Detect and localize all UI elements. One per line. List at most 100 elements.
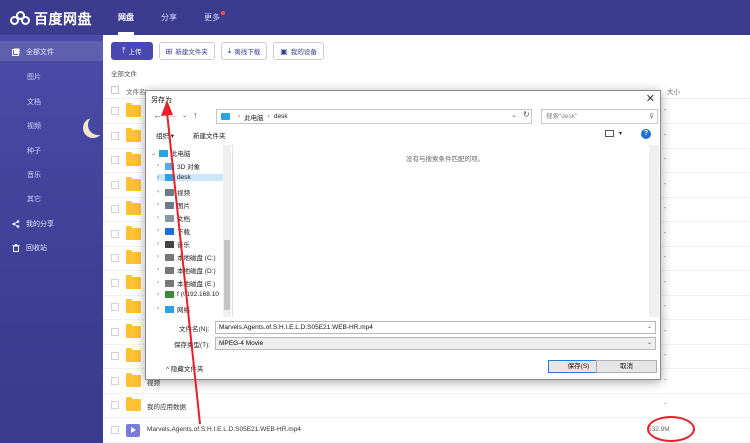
breadcrumb[interactable]: 全部文件	[111, 68, 137, 78]
tree-scrollbar[interactable]	[223, 145, 231, 317]
filetype-dropdown-icon[interactable]: ⌄	[647, 338, 652, 349]
save-as-dialog: 另存为 ✕ ← → ⌄ ↑ › 此电脑 › desk ⌄ ↻ 搜索"desk" …	[145, 90, 661, 380]
drive-icon	[165, 253, 174, 261]
collapsed-chevron-icon[interactable]: ›	[157, 202, 165, 208]
tree-item[interactable]: › 网络	[157, 304, 190, 314]
row-checkbox[interactable]	[111, 303, 119, 311]
app-logo[interactable]: 百度网盘	[10, 9, 92, 29]
tree-scroll-thumb[interactable]	[224, 240, 230, 310]
collapsed-chevron-icon[interactable]: ›	[157, 215, 165, 221]
dialog-close-icon[interactable]: ✕	[646, 92, 655, 105]
new-folder-button[interactable]: ⊞ 新建文件夹	[158, 42, 215, 60]
row-checkbox[interactable]	[111, 254, 119, 262]
row-checkbox[interactable]	[111, 131, 119, 140]
address-box[interactable]: › 此电脑 › desk ⌄	[216, 109, 532, 124]
refresh-icon[interactable]: ↻	[523, 110, 530, 119]
collapsed-chevron-icon[interactable]: ›	[157, 254, 165, 260]
collapsed-chevron-icon[interactable]: ›	[157, 292, 165, 298]
tree-item[interactable]: › 视频	[157, 187, 190, 197]
folder-icon	[126, 201, 141, 215]
organize-menu[interactable]: 组织 ▾	[156, 130, 174, 140]
filetype-select[interactable]: MPEG-4 Movie ⌄	[215, 337, 656, 350]
filename-input[interactable]: Marvels.Agents.of.S.H.I.E.L.D.S05E21.WEB…	[215, 321, 656, 334]
tab-share[interactable]: 分享	[161, 0, 177, 35]
collapsed-chevron-icon[interactable]: ›	[157, 280, 165, 286]
collapsed-chevron-icon[interactable]: ›	[157, 189, 165, 195]
up-arrow-icon[interactable]: ↑	[193, 110, 198, 120]
my-device-button[interactable]: ▣ 我的设备	[273, 42, 324, 60]
sidebar-item-other[interactable]: 其它	[27, 194, 41, 204]
tree-item[interactable]: ⌄ 此电脑	[151, 148, 191, 158]
row-checkbox[interactable]	[111, 156, 119, 164]
sidebar-item-torrent[interactable]: 种子	[27, 146, 41, 156]
help-icon[interactable]: ?	[641, 129, 651, 139]
row-checkbox[interactable]	[111, 327, 119, 336]
upload-button[interactable]: ⤒ 上传	[111, 42, 153, 60]
pictures-folder-icon	[165, 201, 174, 209]
tree-item[interactable]: › 本地磁盘 (E:)	[157, 278, 215, 288]
sidebar-item-images[interactable]: 图片	[27, 72, 41, 82]
tree-item[interactable]: › 图片	[157, 200, 190, 210]
view-options-icon[interactable]	[605, 130, 614, 137]
sidebar-item-recycle[interactable]: 回收站	[12, 243, 47, 253]
sidebar-item-video[interactable]: 视频	[27, 121, 41, 131]
row-checkbox[interactable]	[111, 425, 119, 434]
collapsed-chevron-icon[interactable]: ›	[157, 306, 165, 312]
content-scrollbar[interactable]	[649, 145, 659, 317]
view-dropdown-icon[interactable]: ▾	[619, 130, 622, 137]
sidebar-item-music[interactable]: 音乐	[27, 170, 41, 180]
column-size-header[interactable]: 大小	[667, 86, 680, 96]
table-row[interactable]: 我的应用数据 -	[103, 393, 750, 418]
address-dropdown-icon[interactable]: ⌄	[511, 111, 517, 119]
path-root[interactable]: 此电脑	[244, 112, 264, 122]
collapsed-chevron-icon[interactable]: ›	[157, 228, 165, 234]
computer-icon	[221, 113, 230, 120]
sidebar-item-docs[interactable]: 文档	[27, 97, 41, 107]
tree-item[interactable]: › desk	[157, 174, 223, 181]
hide-folders-toggle[interactable]: ^ 隐藏文件夹	[166, 363, 203, 373]
path-leaf[interactable]: desk	[274, 113, 288, 120]
row-checkbox[interactable]	[111, 180, 119, 189]
file-size: -	[664, 205, 667, 212]
tree-item[interactable]: › 3D 对象	[157, 161, 200, 171]
collapsed-chevron-icon[interactable]: ›	[157, 241, 165, 247]
row-checkbox[interactable]	[111, 401, 119, 409]
row-checkbox[interactable]	[111, 107, 119, 115]
tree-item[interactable]: › 本地磁盘 (D:)	[157, 265, 216, 275]
command-bar: 组织 ▾ 新建文件夹 ▾ ?	[146, 127, 660, 143]
expanded-chevron-icon[interactable]: ⌄	[151, 150, 159, 157]
row-checkbox[interactable]	[111, 229, 119, 238]
tree-item[interactable]: › 文档	[157, 213, 190, 223]
file-size: -	[664, 303, 667, 310]
sidebar-item-my-share[interactable]: 我的分享	[12, 219, 54, 229]
file-size: -	[664, 376, 667, 384]
tree-item[interactable]: › 音乐	[157, 239, 190, 249]
collapsed-chevron-icon[interactable]: ›	[157, 175, 165, 181]
row-checkbox[interactable]	[111, 376, 119, 385]
tab-more[interactable]: 更多	[204, 0, 225, 35]
file-name[interactable]: Marvels.Agents.of.S.H.I.E.L.D.S05E21.WEB…	[147, 426, 301, 433]
sidebar-item-all-files[interactable]: 全部文件	[12, 47, 54, 57]
collapsed-chevron-icon[interactable]: ›	[157, 267, 165, 273]
tab-netdisk[interactable]: 网盘	[118, 0, 134, 35]
select-all-checkbox[interactable]	[111, 86, 119, 94]
row-checkbox[interactable]	[111, 352, 119, 360]
dialog-new-folder-button[interactable]: 新建文件夹	[193, 130, 226, 140]
recent-dropdown-icon[interactable]: ⌄	[182, 112, 187, 119]
tree-item[interactable]: › 本地磁盘 (C:)	[157, 252, 216, 262]
search-input[interactable]: 搜索"desk" ⚲	[541, 109, 658, 124]
collapsed-chevron-icon[interactable]: ›	[157, 163, 165, 169]
row-checkbox[interactable]	[111, 278, 119, 287]
filename-dropdown-icon[interactable]: ⌄	[647, 322, 652, 333]
sidebar-item-label: 回收站	[26, 245, 47, 252]
row-checkbox[interactable]	[111, 205, 119, 213]
back-arrow-icon[interactable]: ←	[153, 110, 162, 120]
offline-download-button[interactable]: ⤓ 离线下载	[220, 42, 268, 60]
tree-item-label: 下载	[177, 229, 190, 236]
cancel-button[interactable]: 取消	[596, 360, 657, 373]
forward-arrow-icon[interactable]: →	[168, 110, 177, 120]
column-name-header[interactable]: 文件名	[126, 86, 146, 96]
file-name[interactable]: 我的应用数据	[147, 401, 186, 411]
tree-item[interactable]: › 下载	[157, 226, 190, 236]
tree-item[interactable]: › f (\\192.168.10	[157, 291, 219, 298]
